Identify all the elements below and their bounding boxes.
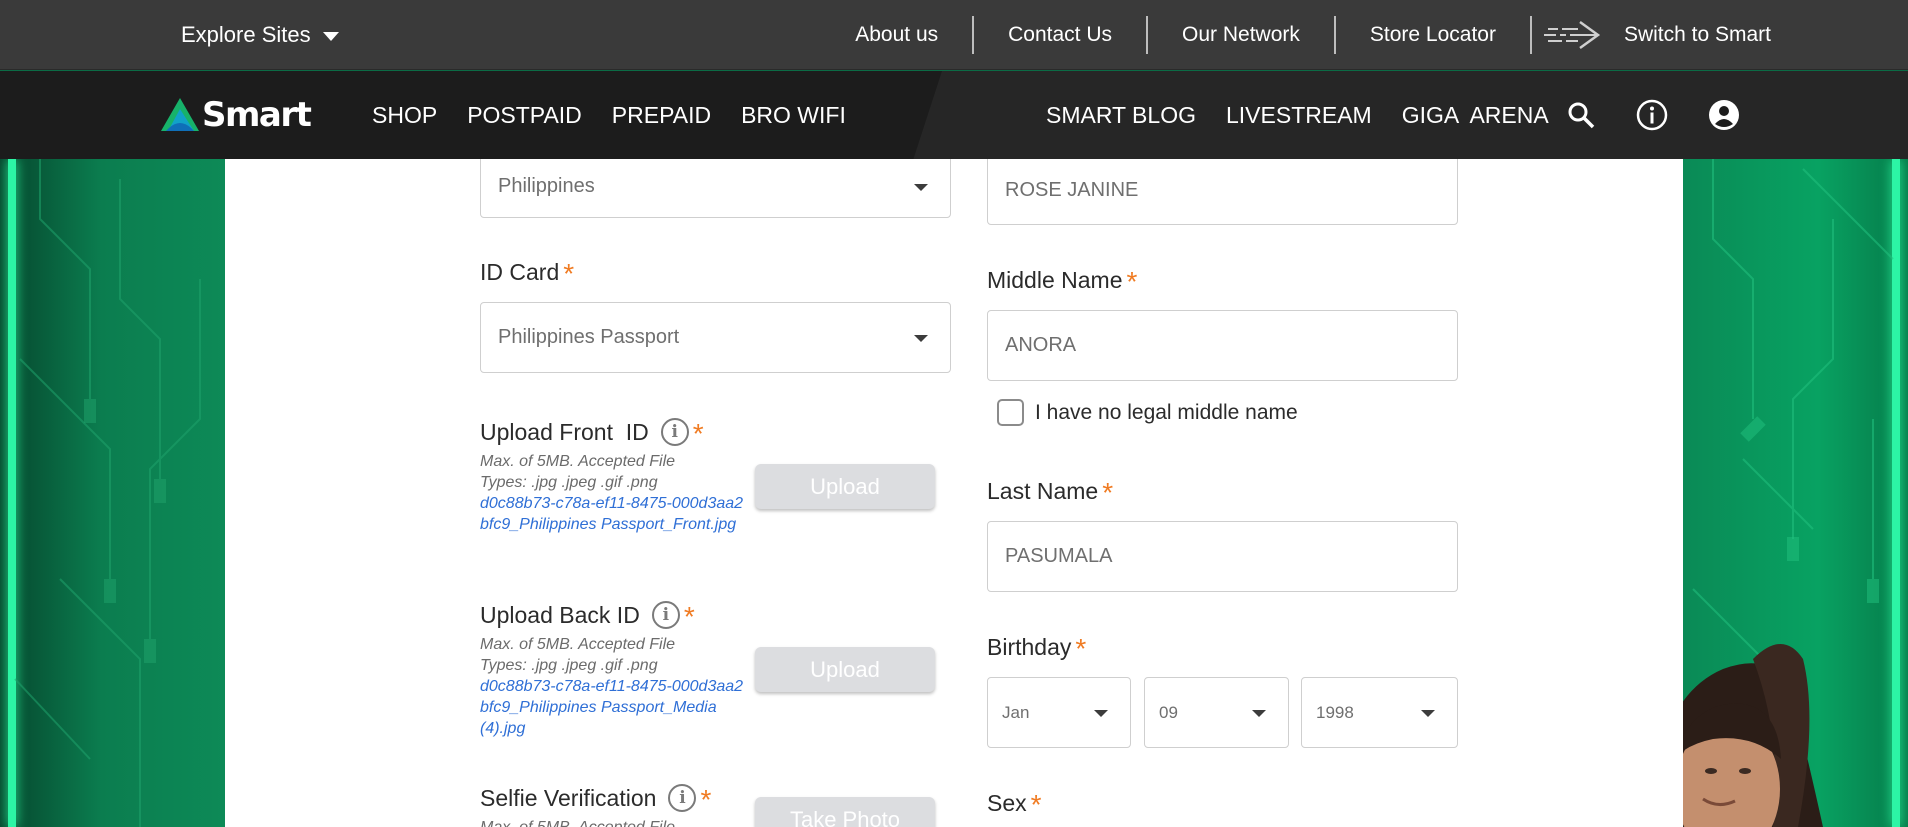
top-utility-bar: Explore Sites About us Contact Us Our Ne… bbox=[0, 0, 1908, 70]
last-name-label-text: Last Name bbox=[987, 477, 1099, 504]
nav-livestream[interactable]: LIVESTREAM bbox=[1226, 102, 1372, 129]
chevron-down-icon bbox=[914, 183, 928, 191]
chevron-down-icon bbox=[1094, 709, 1108, 717]
required-asterisk: * bbox=[1075, 633, 1087, 664]
last-name-value: PASUMALA bbox=[1005, 545, 1113, 567]
id-card-label-text: ID Card bbox=[480, 258, 560, 285]
info-icon[interactable]: i bbox=[660, 418, 689, 446]
search-icon[interactable] bbox=[1566, 100, 1596, 130]
sex-label-text: Sex bbox=[987, 789, 1027, 816]
birthday-day-value: 09 bbox=[1159, 702, 1178, 722]
selfie-label-text: Selfie Verification bbox=[480, 784, 657, 811]
info-icon[interactable]: i bbox=[668, 784, 697, 812]
required-asterisk: * bbox=[700, 784, 712, 815]
info-icon[interactable] bbox=[1636, 99, 1668, 131]
top-links: About us Contact Us Our Network Store Lo… bbox=[821, 0, 1771, 70]
background-left-panel bbox=[0, 159, 225, 827]
required-asterisk: * bbox=[563, 258, 575, 289]
contact-us-link[interactable]: Contact Us bbox=[974, 16, 1146, 54]
chevron-down-icon bbox=[914, 334, 928, 342]
sex-label: Sex * bbox=[987, 789, 1042, 820]
no-middle-name-checkbox[interactable] bbox=[997, 399, 1024, 426]
about-us-link[interactable]: About us bbox=[821, 16, 972, 54]
required-asterisk: * bbox=[692, 418, 704, 449]
nav-smart-blog[interactable]: SMART BLOG bbox=[1046, 102, 1196, 129]
required-asterisk: * bbox=[1102, 477, 1114, 508]
nav-left: SHOP POSTPAID PREPAID BRO WIFI bbox=[372, 71, 846, 159]
required-asterisk: * bbox=[1030, 789, 1042, 820]
id-card-label: ID Card * bbox=[480, 258, 575, 289]
selfie-verification-label: Selfie Verification i * bbox=[480, 784, 712, 815]
nav-bro-wifi[interactable]: BRO WIFI bbox=[741, 102, 846, 129]
take-photo-button[interactable]: Take Photo bbox=[755, 797, 935, 827]
upload-back-filename[interactable]: d0c88b73-c78a-ef11-8475-000d3aa2bfc9_Phi… bbox=[480, 676, 745, 739]
middle-name-label: Middle Name * bbox=[987, 266, 1138, 297]
id-card-select[interactable]: Philippines Passport bbox=[480, 302, 951, 373]
nav-icons bbox=[1566, 71, 1740, 159]
upload-front-button[interactable]: Upload bbox=[755, 464, 935, 509]
birthday-label-text: Birthday bbox=[987, 633, 1072, 660]
chevron-down-icon bbox=[1252, 709, 1266, 717]
birthday-month-select[interactable]: Jan bbox=[987, 677, 1131, 748]
circuit-pattern bbox=[14, 159, 201, 827]
registration-form-card: Philippines ID Card * Philippines Passpor… bbox=[225, 159, 1683, 827]
smart-logo-icon bbox=[161, 98, 199, 131]
required-asterisk: * bbox=[683, 601, 695, 632]
smart-logo[interactable]: Smart bbox=[160, 95, 312, 135]
first-name-input[interactable]: ROSE JANINE bbox=[987, 159, 1458, 225]
upload-back-id-label: Upload Back ID i * bbox=[480, 601, 695, 632]
explore-sites-dropdown[interactable]: Explore Sites bbox=[181, 0, 339, 70]
promo-person-image bbox=[1683, 644, 1823, 827]
middle-name-label-text: Middle Name bbox=[987, 266, 1123, 293]
birthday-month-value: Jan bbox=[1002, 702, 1030, 722]
id-card-value: Philippines Passport bbox=[498, 326, 680, 348]
nav-postpaid[interactable]: POSTPAID bbox=[467, 102, 582, 129]
birthday-year-value: 1998 bbox=[1316, 702, 1354, 722]
main-navigation: Smart SHOP POSTPAID PREPAID BRO WIFI SMA… bbox=[0, 71, 1908, 159]
upload-front-label-text: Upload Front ID bbox=[480, 418, 649, 445]
upload-back-hint: Max. of 5MB. Accepted File Types: .jpg .… bbox=[480, 636, 676, 674]
chevron-down-icon bbox=[1421, 709, 1435, 717]
nav-right: SMART BLOG LIVESTREAM GIGA ARENA bbox=[1046, 71, 1549, 159]
arrow-right-icon bbox=[1543, 20, 1601, 50]
country-select[interactable]: Philippines bbox=[480, 159, 951, 218]
nav-prepaid[interactable]: PREPAID bbox=[612, 102, 711, 129]
last-name-label: Last Name * bbox=[987, 477, 1114, 508]
brand-name: Smart bbox=[202, 95, 312, 135]
birthday-label: Birthday * bbox=[987, 633, 1087, 664]
upload-front-filename[interactable]: d0c88b73-c78a-ef11-8475-000d3aa2bfc9_Phi… bbox=[480, 493, 745, 535]
switch-to-smart-link[interactable]: Switch to Smart bbox=[1532, 18, 1771, 52]
no-middle-name-label[interactable]: I have no legal middle name bbox=[1035, 399, 1298, 427]
our-network-link[interactable]: Our Network bbox=[1148, 16, 1334, 54]
upload-front-id-label: Upload Front ID i * bbox=[480, 418, 704, 449]
birthday-day-select[interactable]: 09 bbox=[1144, 677, 1289, 748]
chevron-down-icon bbox=[322, 32, 339, 41]
explore-sites-label: Explore Sites bbox=[181, 22, 311, 47]
first-name-value: ROSE JANINE bbox=[1005, 178, 1139, 201]
store-locator-link[interactable]: Store Locator bbox=[1336, 16, 1530, 54]
background-right-panel bbox=[1683, 159, 1908, 827]
upload-back-label-text: Upload Back ID bbox=[480, 601, 640, 628]
account-icon[interactable] bbox=[1708, 99, 1740, 131]
country-value: Philippines bbox=[498, 175, 595, 197]
middle-name-input[interactable]: ANORA bbox=[987, 310, 1458, 381]
middle-name-value: ANORA bbox=[1005, 334, 1077, 356]
nav-shop[interactable]: SHOP bbox=[372, 102, 437, 129]
info-icon[interactable]: i bbox=[651, 601, 680, 629]
nav-giga-arena[interactable]: GIGA ARENA bbox=[1402, 102, 1549, 129]
selfie-hint: Max. of 5MB. Accepted File bbox=[480, 817, 715, 827]
upload-front-hint: Max. of 5MB. Accepted File Types: .jpg .… bbox=[480, 453, 676, 491]
switch-label: Switch to Smart bbox=[1623, 23, 1771, 46]
required-asterisk: * bbox=[1126, 266, 1138, 297]
birthday-year-select[interactable]: 1998 bbox=[1301, 677, 1458, 748]
last-name-input[interactable]: PASUMALA bbox=[987, 521, 1458, 592]
upload-back-button[interactable]: Upload bbox=[755, 647, 935, 692]
